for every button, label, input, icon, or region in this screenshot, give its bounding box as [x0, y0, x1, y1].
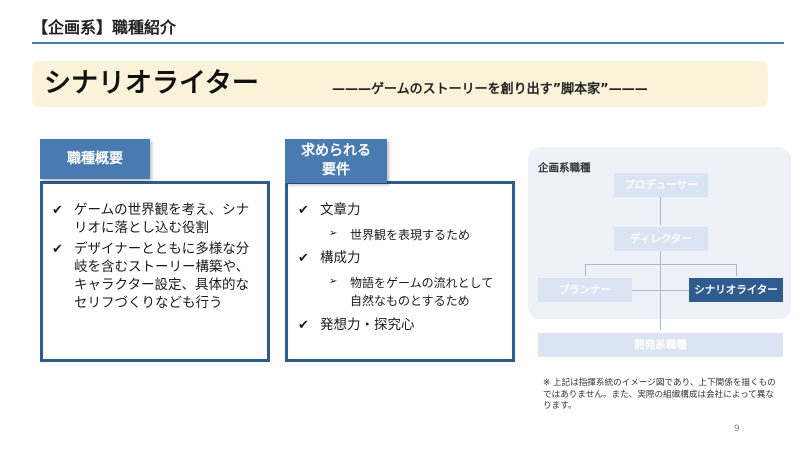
requirements-heading-line1: 求められる	[301, 143, 371, 159]
requirement-2-label: 構成力	[320, 250, 361, 266]
requirements-heading: 求められる 要件	[285, 139, 387, 183]
check-icon: ✔	[298, 251, 309, 266]
node-director: ディレクター	[614, 227, 708, 251]
check-icon: ✔	[52, 242, 63, 257]
node-dev: 開発系職種	[538, 333, 783, 357]
node-producer: プロデューサー	[614, 173, 708, 197]
connector-line	[632, 290, 689, 291]
requirements-heading-line2: 要件	[322, 162, 350, 178]
node-planner: プランナー	[538, 278, 632, 302]
connector-line	[736, 264, 737, 276]
connector-line	[585, 264, 586, 276]
connector-line	[585, 264, 737, 265]
requirement-2-sub: 物語をゲームの流れとして自然なものとするため	[350, 276, 494, 308]
requirement-1-label: 文章力	[320, 202, 361, 218]
org-chart-label: 企画系職種	[538, 162, 591, 174]
requirement-1-sub: 世界観を表現するため	[350, 228, 471, 242]
footnote: ※ 上記は指揮系統のイメージ図であり、上下関係を描くものではありません。また、実…	[543, 378, 776, 411]
requirement-3-label: 発想力・探究心	[320, 317, 415, 333]
node-scenario-writer: シナリオライター	[689, 278, 783, 302]
page-subtitle: ———ゲームのストーリーを創り出す”脚本家”———	[332, 82, 648, 97]
connector-line	[660, 197, 661, 225]
overview-heading: 職種概要	[40, 139, 150, 179]
arrow-right-icon: ➢	[329, 276, 338, 287]
page-number: 9	[734, 424, 740, 434]
check-icon: ✔	[298, 318, 309, 333]
arrow-right-icon: ➢	[329, 228, 338, 239]
check-icon: ✔	[52, 203, 63, 218]
header-rule	[32, 42, 784, 44]
overview-item-2: デザイナーとともに多様な分岐を含むストーリー構築や、キャラクター設定、具体的なセ…	[74, 241, 250, 311]
section-title: 【企画系】職種紹介	[32, 18, 177, 37]
page-title: シナリオライター	[44, 68, 259, 99]
overview-item-1: ゲームの世界観を考え、シナリオに落とし込む役割	[74, 202, 250, 236]
check-icon: ✔	[298, 203, 309, 218]
